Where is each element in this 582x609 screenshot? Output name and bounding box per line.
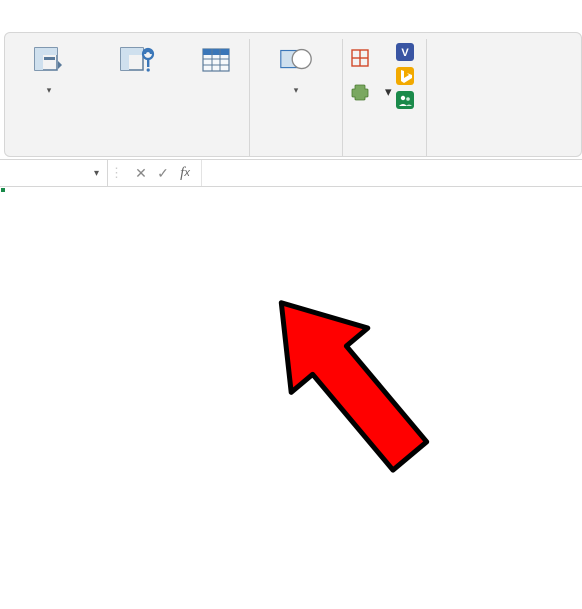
bing-icon[interactable] [396,67,414,85]
people-icon[interactable] [396,91,414,109]
svg-text:V: V [401,47,409,59]
chevron-down-icon: ▾ [47,85,52,96]
name-box-dropdown[interactable]: ▾ [90,168,103,179]
enter-icon[interactable]: ✓ [153,163,173,183]
addins-service-icons: V [392,39,418,156]
table-icon [197,41,235,79]
menu-tabs [0,0,582,30]
group-label-addins [351,150,392,156]
visio-icon[interactable]: V [396,43,414,61]
fill-handle[interactable] [0,187,6,193]
recommended-pivottables-icon [118,41,156,79]
get-addins-button[interactable] [351,49,392,67]
my-addins-icon [351,83,369,101]
my-addins-button[interactable]: ▾ [351,83,392,101]
formula-bar-buttons: ✕ ✓ fx [125,163,201,183]
formula-bar: ▾ ⋮ ✕ ✓ fx [0,159,582,187]
illustrations-button[interactable]: ▾ [258,39,334,98]
pivottable-icon [30,41,68,79]
annotation-arrow [252,267,452,507]
cancel-icon[interactable]: ✕ [131,163,151,183]
ribbon-group-illustrations: ▾ [250,39,343,156]
recommended-truncated-button[interactable] [435,39,465,85]
formula-input[interactable] [201,160,582,186]
illustrations-icon [277,41,315,79]
pivottable-button[interactable]: ▾ [15,39,83,98]
name-box-input[interactable] [8,166,78,181]
ribbon-group-addins: ▾ V [343,39,427,156]
get-addins-icon [351,49,369,67]
ribbon-group-tables: ▾ [7,39,250,156]
table-button[interactable] [191,39,241,85]
recommended-pivottables-button[interactable] [89,39,185,85]
chevron-down-icon: ▾ [294,85,299,96]
ribbon-group-truncated [427,39,465,156]
name-box[interactable]: ▾ [0,160,108,186]
ribbon-insert: ▾ ▾ [4,32,582,157]
cell-selection-outline [0,187,4,191]
chart-icon [437,41,461,79]
fx-icon[interactable]: fx [175,163,195,183]
